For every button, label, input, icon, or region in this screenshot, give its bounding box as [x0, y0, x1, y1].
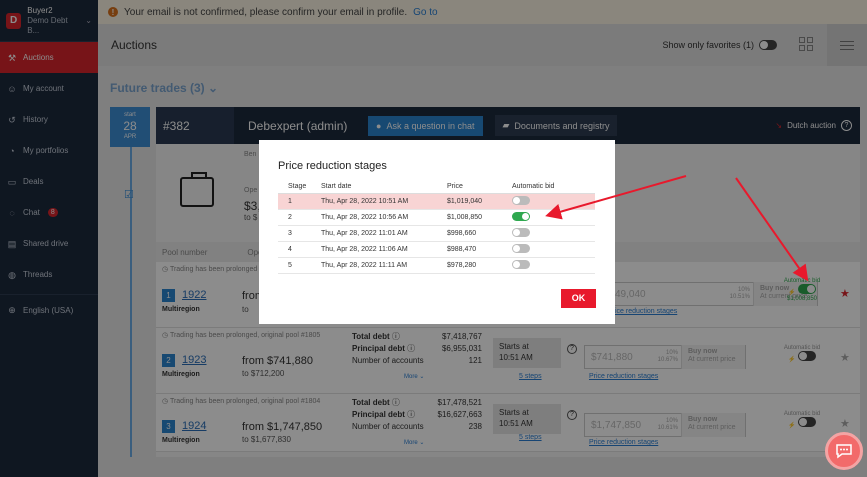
stage-date: Thu, Apr 28, 2022 10:56 AM [321, 209, 447, 226]
chat-bubble-icon [836, 444, 852, 459]
col-price: Price [447, 180, 512, 194]
auto-bid-toggle[interactable] [512, 227, 530, 237]
auto-bid-toggle[interactable] [512, 211, 530, 221]
stage-number: 1 [278, 193, 321, 210]
stage-row: 3 Thu, Apr 28, 2022 11:01 AM $998,660 [278, 225, 595, 242]
stage-row: 5 Thu, Apr 28, 2022 11:11 AM $978,280 [278, 257, 595, 274]
auto-bid-toggle[interactable] [512, 243, 530, 253]
stage-auto-bid [512, 241, 595, 258]
stage-row: 2 Thu, Apr 28, 2022 10:56 AM $1,008,850 [278, 209, 595, 226]
stage-number: 5 [278, 257, 321, 274]
stage-row: 1 Thu, Apr 28, 2022 10:51 AM $1,019,040 [278, 193, 595, 210]
stage-auto-bid [512, 209, 595, 226]
modal-title: Price reduction stages [278, 160, 387, 172]
ok-button[interactable]: OK [561, 289, 596, 308]
stage-price: $978,280 [447, 257, 512, 274]
stage-row: 4 Thu, Apr 28, 2022 11:06 AM $988,470 [278, 241, 595, 258]
stage-date: Thu, Apr 28, 2022 11:06 AM [321, 241, 447, 258]
stage-number: 2 [278, 209, 321, 226]
price-reduction-modal: Price reduction stages Stage Start date … [259, 140, 615, 324]
auto-bid-toggle[interactable] [512, 259, 530, 269]
stage-price: $1,019,040 [447, 193, 512, 210]
stage-price: $998,660 [447, 225, 512, 242]
stage-date: Thu, Apr 28, 2022 11:11 AM [321, 257, 447, 274]
stage-date: Thu, Apr 28, 2022 10:51 AM [321, 193, 447, 210]
col-start-date: Start date [321, 180, 447, 194]
chat-launcher-button[interactable] [825, 432, 863, 470]
stage-number: 3 [278, 225, 321, 242]
col-automatic-bid: Automatic bid [512, 180, 595, 194]
auto-bid-toggle[interactable] [512, 195, 530, 205]
col-stage: Stage [278, 180, 321, 194]
stage-date: Thu, Apr 28, 2022 11:01 AM [321, 225, 447, 242]
stage-auto-bid [512, 225, 595, 242]
stage-price: $1,008,850 [447, 209, 512, 226]
stage-price: $988,470 [447, 241, 512, 258]
stage-number: 4 [278, 241, 321, 258]
stages-table: Stage Start date Price Automatic bid 1 Th… [278, 180, 595, 274]
stage-auto-bid [512, 193, 595, 210]
stage-auto-bid [512, 257, 595, 274]
